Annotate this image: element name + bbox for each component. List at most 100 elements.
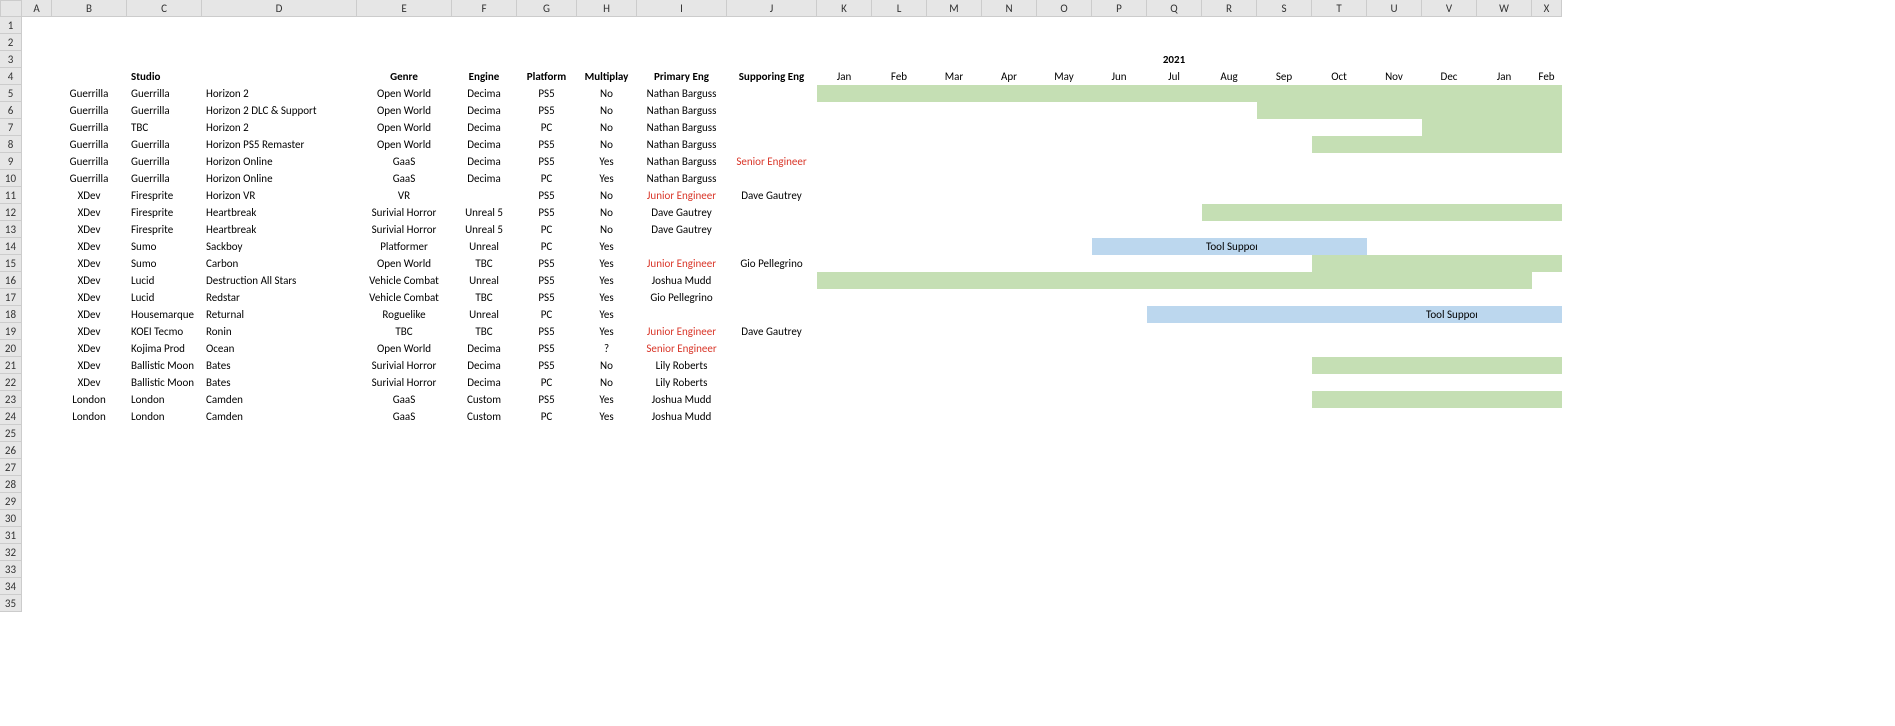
cell-M17[interactable] xyxy=(927,289,982,306)
row-header-13[interactable]: 13 xyxy=(0,221,22,238)
cell-J14[interactable] xyxy=(727,238,817,255)
cell-T24[interactable] xyxy=(1312,408,1367,425)
cell-D8[interactable]: Horizon PS5 Remaster xyxy=(202,136,357,153)
cell-B15[interactable]: XDev xyxy=(52,255,127,272)
cell-A35[interactable] xyxy=(22,595,52,612)
cell-S32[interactable] xyxy=(1257,544,1312,561)
cell-B32[interactable] xyxy=(52,544,127,561)
cell-P34[interactable] xyxy=(1092,578,1147,595)
cell-H8[interactable]: No xyxy=(577,136,637,153)
cell-O35[interactable] xyxy=(1037,595,1092,612)
cell-I20[interactable]: Senior Engineer xyxy=(637,340,727,357)
cell-R20[interactable] xyxy=(1202,340,1257,357)
cell-D11[interactable]: Horizon VR xyxy=(202,187,357,204)
cell-C24[interactable]: London xyxy=(127,408,202,425)
cell-W15[interactable] xyxy=(1477,255,1532,272)
cell-G15[interactable]: PS5 xyxy=(517,255,577,272)
cell-V16[interactable] xyxy=(1422,272,1477,289)
col-header-T[interactable]: T xyxy=(1312,0,1367,17)
cell-A13[interactable] xyxy=(22,221,52,238)
cell-G3[interactable] xyxy=(517,51,577,68)
cell-M11[interactable] xyxy=(927,187,982,204)
cell-L17[interactable] xyxy=(872,289,927,306)
row-header-21[interactable]: 21 xyxy=(0,357,22,374)
cell-K32[interactable] xyxy=(817,544,872,561)
col-header-L[interactable]: L xyxy=(872,0,927,17)
row-header-25[interactable]: 25 xyxy=(0,425,22,442)
cell-O6[interactable] xyxy=(1037,102,1092,119)
cell-O9[interactable] xyxy=(1037,153,1092,170)
cell-X33[interactable] xyxy=(1532,561,1562,578)
cell-U1[interactable] xyxy=(1367,17,1422,34)
cell-E8[interactable]: Open World xyxy=(357,136,452,153)
cell-W3[interactable] xyxy=(1477,51,1532,68)
cell-K19[interactable] xyxy=(817,323,872,340)
cell-M1[interactable] xyxy=(927,17,982,34)
cell-B3[interactable] xyxy=(52,51,127,68)
cell-D4[interactable] xyxy=(202,68,357,85)
cell-Q2[interactable] xyxy=(1147,34,1202,51)
cell-T12[interactable] xyxy=(1312,204,1367,221)
cell-J6[interactable] xyxy=(727,102,817,119)
cell-Q8[interactable] xyxy=(1147,136,1202,153)
cell-C33[interactable] xyxy=(127,561,202,578)
col-header-V[interactable]: V xyxy=(1422,0,1477,17)
cell-T35[interactable] xyxy=(1312,595,1367,612)
cell-S23[interactable] xyxy=(1257,391,1312,408)
cell-U32[interactable] xyxy=(1367,544,1422,561)
cell-A22[interactable] xyxy=(22,374,52,391)
cell-H13[interactable]: No xyxy=(577,221,637,238)
cell-G19[interactable]: PS5 xyxy=(517,323,577,340)
cell-G20[interactable]: PS5 xyxy=(517,340,577,357)
cell-O27[interactable] xyxy=(1037,459,1092,476)
cell-G35[interactable] xyxy=(517,595,577,612)
cell-X23[interactable] xyxy=(1532,391,1562,408)
cell-S14[interactable] xyxy=(1257,238,1312,255)
cell-O17[interactable] xyxy=(1037,289,1092,306)
cell-U28[interactable] xyxy=(1367,476,1422,493)
cell-K17[interactable] xyxy=(817,289,872,306)
cell-J26[interactable] xyxy=(727,442,817,459)
cell-C27[interactable] xyxy=(127,459,202,476)
col-header-I[interactable]: I xyxy=(637,0,727,17)
cell-M10[interactable] xyxy=(927,170,982,187)
cell-T17[interactable] xyxy=(1312,289,1367,306)
cell-M35[interactable] xyxy=(927,595,982,612)
cell-M23[interactable] xyxy=(927,391,982,408)
cell-L28[interactable] xyxy=(872,476,927,493)
cell-C31[interactable] xyxy=(127,527,202,544)
cell-G16[interactable]: PS5 xyxy=(517,272,577,289)
cell-E26[interactable] xyxy=(357,442,452,459)
cell-U9[interactable] xyxy=(1367,153,1422,170)
cell-W24[interactable] xyxy=(1477,408,1532,425)
cell-D21[interactable]: Bates xyxy=(202,357,357,374)
cell-Q4[interactable]: Jul xyxy=(1147,68,1202,85)
cell-S11[interactable] xyxy=(1257,187,1312,204)
cell-U17[interactable] xyxy=(1367,289,1422,306)
cell-M14[interactable] xyxy=(927,238,982,255)
cell-G33[interactable] xyxy=(517,561,577,578)
cell-J22[interactable] xyxy=(727,374,817,391)
cell-C1[interactable] xyxy=(127,17,202,34)
cell-M5[interactable] xyxy=(927,85,982,102)
cell-O2[interactable] xyxy=(1037,34,1092,51)
cell-W7[interactable] xyxy=(1477,119,1532,136)
cell-U19[interactable] xyxy=(1367,323,1422,340)
cell-E4[interactable]: Genre xyxy=(357,68,452,85)
cell-M12[interactable] xyxy=(927,204,982,221)
cell-Q21[interactable] xyxy=(1147,357,1202,374)
cell-O30[interactable] xyxy=(1037,510,1092,527)
cell-T23[interactable] xyxy=(1312,391,1367,408)
cell-Q26[interactable] xyxy=(1147,442,1202,459)
cell-J29[interactable] xyxy=(727,493,817,510)
cell-R19[interactable] xyxy=(1202,323,1257,340)
cell-M25[interactable] xyxy=(927,425,982,442)
cell-J2[interactable] xyxy=(727,34,817,51)
cell-F29[interactable] xyxy=(452,493,517,510)
cell-K23[interactable] xyxy=(817,391,872,408)
cell-G25[interactable] xyxy=(517,425,577,442)
cell-G10[interactable]: PC xyxy=(517,170,577,187)
cell-V14[interactable] xyxy=(1422,238,1477,255)
row-header-6[interactable]: 6 xyxy=(0,102,22,119)
cell-M31[interactable] xyxy=(927,527,982,544)
